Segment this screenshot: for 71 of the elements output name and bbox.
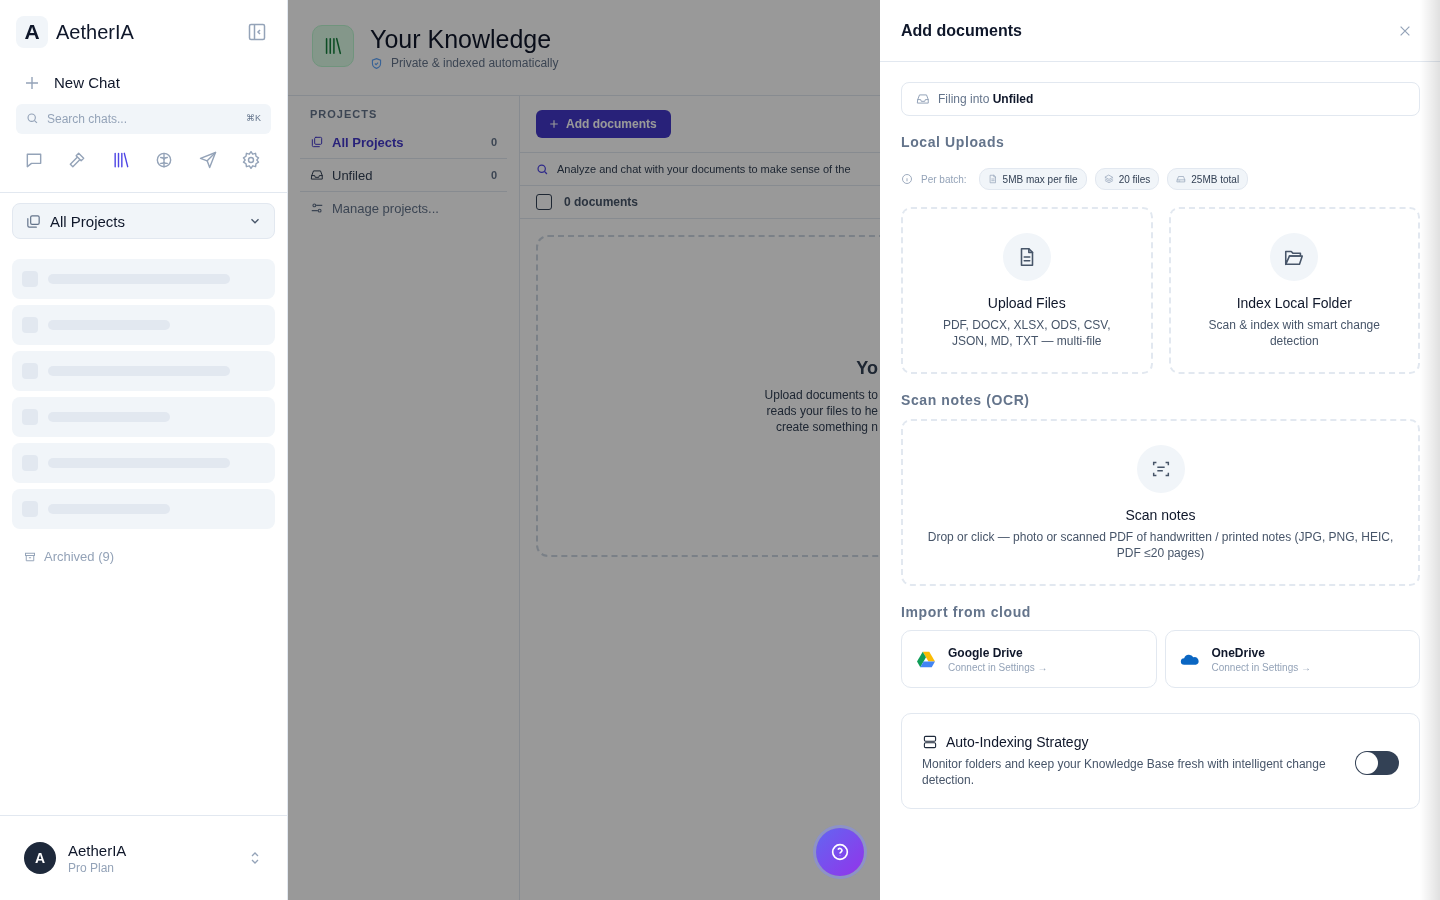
- user-name: AetherIA: [68, 841, 128, 859]
- settings-icon: [240, 150, 261, 170]
- card-description: PDF, DOCX, XLSX, ODS, CSV, JSON, MD, TXT — multi-file: [941, 317, 1112, 349]
- cloud-source-card[interactable]: OneDrive Connect in Settings →: [1164, 630, 1420, 688]
- section-heading: Import from cloud: [901, 604, 1032, 620]
- connect-hint: Connect in Settings →: [1211, 661, 1311, 673]
- document-count: 0 documents: [564, 195, 638, 209]
- app-name: AetherIA: [56, 20, 135, 44]
- page-subtitle: Private & indexed automatically: [391, 56, 559, 70]
- project-dropdown[interactable]: All Projects: [12, 203, 275, 239]
- section-heading: PROJECTS: [309, 108, 379, 122]
- stack-icon: [25, 212, 42, 230]
- card-description: Scan & index with smart change detection: [1207, 317, 1381, 349]
- card-description: Drop or click — photo or scanned PDF of handwritten / printed notes (JPG, PNG, HEIC, PDF ≤20 pages): [926, 529, 1395, 561]
- inbox-icon: [310, 168, 324, 182]
- empty-state-text: reads your files to he: [766, 402, 878, 419]
- app-logo: A: [16, 16, 48, 48]
- search-icon: [26, 112, 39, 125]
- section-heading: Scan notes (OCR): [901, 392, 1031, 408]
- plus-icon: [548, 118, 560, 130]
- help-icon: [829, 841, 851, 863]
- stack-icon: [310, 135, 324, 149]
- inbox-icon: [916, 92, 930, 106]
- auto-indexing-toggle[interactable]: [1355, 751, 1399, 775]
- plus-icon: [24, 74, 40, 91]
- limit-chip: 20 files: [1094, 168, 1160, 190]
- user-plan: Pro Plan: [68, 860, 116, 875]
- send-icon: [197, 150, 218, 170]
- upload-card[interactable]: Index Local Folder Scan & index with smart change detection: [1168, 207, 1420, 374]
- chat-icon: [24, 150, 44, 170]
- info-icon: [901, 173, 913, 185]
- empty-state-text: create something n: [775, 418, 878, 435]
- project-item[interactable]: All Projects 0: [300, 126, 507, 159]
- limit-chip: 25MB total: [1167, 168, 1249, 190]
- page-title: Your Knowledge: [370, 25, 553, 54]
- new-chat-button[interactable]: New Chat: [24, 74, 120, 91]
- project-item[interactable]: Unfiled 0: [300, 159, 507, 192]
- card-description: Monitor folders and keep your Knowledge Base fresh with intelligent change detection.: [922, 756, 1327, 788]
- manage-projects-link[interactable]: Manage projects...: [300, 192, 507, 224]
- search-icon: [536, 162, 549, 176]
- sliders-icon: [310, 201, 324, 215]
- limit-chip: 5MB max per file: [978, 168, 1087, 190]
- filing-text: Filing into Unfiled: [938, 92, 1034, 106]
- user-avatar: A: [24, 842, 56, 874]
- help-button[interactable]: [816, 828, 864, 876]
- batch-label: Per batch:: [921, 173, 967, 185]
- shield-icon: [370, 56, 383, 70]
- select-all-checkbox[interactable]: [536, 194, 552, 210]
- upload-card[interactable]: Upload Files PDF, DOCX, XLSX, ODS, CSV, JSON, MD, TXT — multi-file: [901, 207, 1153, 374]
- hint-text: Analyze and chat with your documents to make sense of the: [557, 163, 851, 175]
- card-title: Scan notes: [1125, 507, 1196, 523]
- cloud-source-card[interactable]: Google Drive Connect in Settings →: [901, 630, 1157, 688]
- source-name: OneDrive: [1211, 645, 1266, 660]
- card-title: Upload Files: [987, 295, 1066, 311]
- drive-triangle-icon: [916, 650, 936, 668]
- layers-icon: [1103, 174, 1114, 184]
- file-icon: [987, 174, 998, 184]
- card-title: Index Local Folder: [1236, 295, 1352, 311]
- sidebar-toggle-icon[interactable]: [247, 22, 267, 42]
- empty-state-title: Yo: [856, 357, 878, 379]
- archive-icon: [24, 550, 36, 563]
- card-title: Auto-Indexing Strategy: [946, 734, 1089, 750]
- add-documents-button[interactable]: Add documents: [536, 110, 671, 138]
- drawer-title: Add documents: [901, 21, 1022, 40]
- empty-state-text: Upload documents to: [764, 386, 878, 403]
- section-heading: Local Uploads: [901, 134, 1006, 150]
- source-name: Google Drive: [948, 645, 1024, 660]
- scan-drop-zone[interactable]: Scan notes Drop or click — photo or scanned PDF of handwritten / printed notes (JPG, PNG, HEIC, PDF ≤20 pages): [901, 419, 1420, 586]
- server-icon: [922, 734, 938, 750]
- connect-hint: Connect in Settings →: [948, 661, 1048, 673]
- shortcut-hint: ⌘K: [246, 113, 261, 123]
